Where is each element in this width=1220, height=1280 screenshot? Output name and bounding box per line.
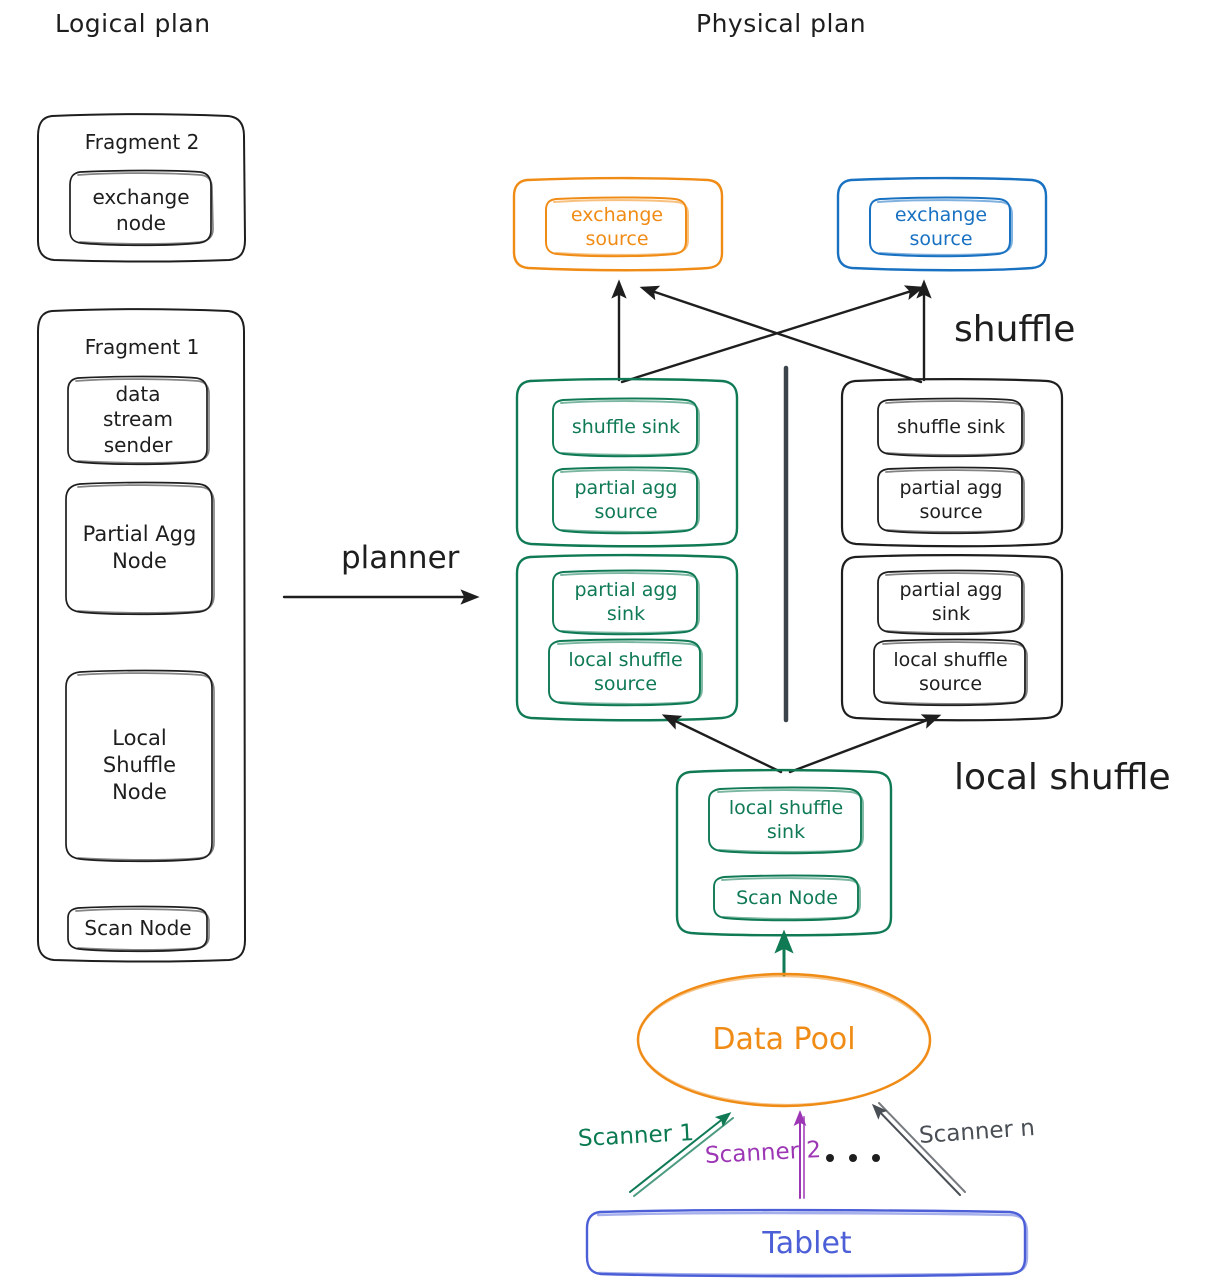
local-shuffle-node-label: Local Shuffle Node — [102, 726, 177, 804]
scanner-2-label: Scanner 2 — [704, 1136, 822, 1170]
local-shuffle-sink-label: local shuffle sink — [728, 796, 844, 843]
partial-agg-sink-right-shape — [877, 569, 1025, 636]
partial-agg-source-right-shape — [877, 466, 1025, 535]
exchange-node-shape — [69, 169, 214, 247]
pipeline-right-bottom-shape — [840, 554, 1064, 722]
scanner-ellipsis-dots — [826, 1154, 880, 1162]
partial-agg-source-right-label: partial agg source — [899, 476, 1003, 523]
local-shuffle-arrow-right — [788, 714, 942, 774]
exchange-node-label: exchange node — [92, 185, 190, 235]
pipeline-right-top-shape — [840, 378, 1064, 548]
local-shuffle-source-left-label: local shuffle source — [568, 648, 683, 695]
exchange-source-right-label: exchange source — [894, 203, 988, 250]
data-pool-shape — [636, 972, 932, 1108]
data-stream-sender-label: data stream sender — [102, 381, 174, 457]
scan-node-logical-label: Scan Node — [84, 916, 192, 941]
scanner-n-label: Scanner n — [918, 1114, 1036, 1150]
data-pool-label: Data Pool — [712, 1021, 856, 1057]
local-shuffle-source-right-label: local shuffle source — [893, 648, 1008, 695]
physical-plan-title: Physical plan — [696, 9, 867, 38]
pipeline-left-top-shape — [515, 377, 739, 548]
local-shuffle-arrow-left — [661, 714, 783, 774]
pipeline-left-bottom-shape — [515, 553, 739, 722]
local-shuffle-node-shape — [65, 669, 215, 863]
exchange-source-left-inner-shape — [545, 196, 689, 258]
shuffle-sink-left-shape — [552, 397, 700, 458]
shuffle-label: shuffle — [954, 309, 1076, 350]
local-shuffle-label: local shuffle — [954, 757, 1171, 798]
local-shuffle-source-left-shape — [548, 638, 703, 707]
planner-label: planner — [341, 540, 460, 576]
partial-agg-sink-left-label: partial agg sink — [574, 578, 678, 625]
fragment2-label: Fragment 2 — [84, 130, 200, 155]
shuffle-arrow-cross-to-left — [639, 285, 923, 384]
tablet-label: Tablet — [762, 1225, 852, 1261]
partial-agg-source-left-shape — [552, 466, 700, 535]
scan-node-physical-label: Scan Node — [736, 886, 838, 909]
fragment1-outer-shape — [37, 308, 246, 963]
fragment2-outer-shape — [37, 113, 246, 263]
shuffle-sink-left-label: shuffle sink — [571, 415, 681, 438]
fragment1-label: Fragment 1 — [84, 335, 200, 360]
scan-node-logical-shape — [67, 905, 210, 953]
shuffle-sink-right-label: shuffle sink — [896, 415, 1006, 438]
exchange-source-left-label: exchange source — [570, 203, 664, 250]
shuffle-arrow-cross-to-right — [620, 285, 925, 384]
scan-pipeline-shape — [675, 768, 893, 937]
shuffle-sink-right-shape — [877, 397, 1025, 458]
partial-agg-sink-right-label: partial agg sink — [899, 578, 1003, 625]
local-shuffle-source-right-shape — [873, 638, 1028, 707]
local-shuffle-sink-shape — [708, 786, 864, 855]
data-stream-sender-shape — [67, 375, 210, 466]
partial-agg-node-label: Partial Agg Node — [82, 522, 197, 573]
exchange-source-left-shape — [512, 176, 724, 272]
partial-agg-sink-left-shape — [552, 569, 700, 636]
logical-plan-title: Logical plan — [55, 9, 211, 38]
exchange-source-right-shape — [836, 176, 1048, 272]
tablet-shape — [585, 1208, 1029, 1278]
partial-agg-node-shape — [65, 481, 215, 616]
partial-agg-source-left-label: partial agg source — [574, 476, 678, 523]
diagram-vector-layer — [37, 113, 1064, 1278]
scan-node-physical-shape — [713, 874, 861, 922]
scanner-1-label: Scanner 1 — [577, 1119, 695, 1153]
exchange-source-right-inner-shape — [869, 196, 1013, 258]
diagram-canvas: Logical plan Physical plan Fragment 2 ex… — [0, 0, 1220, 1280]
